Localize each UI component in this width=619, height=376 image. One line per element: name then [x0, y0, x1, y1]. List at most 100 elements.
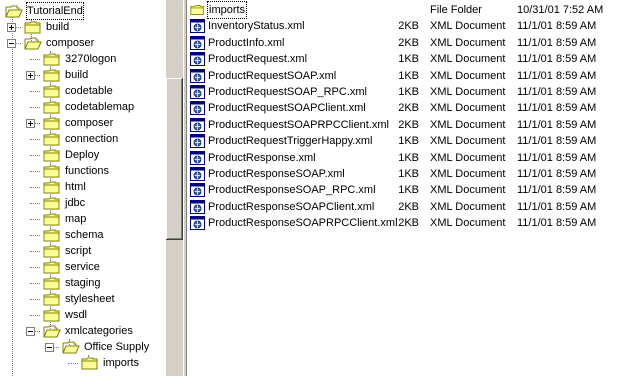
file-name: ProductRequestTriggerHappy.xml	[208, 135, 373, 148]
file-type: XML Document	[430, 118, 506, 131]
tree-item-3270logon[interactable]: 3270logon	[43, 51, 166, 67]
file-row[interactable]: InventoryStatus.xml 2KB XML Document 11/1/0…	[187, 18, 619, 34]
file-size: 1KB	[398, 53, 419, 66]
file-modified: 11/1/01 8:59 AM	[517, 168, 597, 180]
file-row[interactable]: ProductRequestTriggerHappy.xml 1KB XML Doc…	[187, 133, 619, 149]
file-row[interactable]: ProductRequestSOAP.xml 1KB XML Document 11/…	[187, 68, 619, 84]
file-list-pane: imports File Folder 10/31/01 7:52 AM Invent…	[187, 0, 619, 376]
tree-item-label: stylesheet	[65, 293, 115, 305]
file-type: XML Document	[430, 184, 506, 197]
file-row[interactable]: ProductInfo.xml 2KB XML Document 11/1/01 8:…	[187, 35, 619, 51]
file-name: ProductRequest.xml	[208, 53, 308, 66]
tree-item-codetablemap[interactable]: codetablemap	[43, 99, 166, 115]
file-modified: 11/1/01 8:59 AM	[517, 118, 597, 131]
file-row[interactable]: ProductResponseSOAPClient.xml 2KB XML Docu…	[187, 199, 619, 215]
tree-item-connection[interactable]: connection	[43, 131, 166, 147]
tree-item-xmlcategories[interactable]: xmlcategories	[43, 323, 166, 339]
file-name: ProductResponseSOAPClient.xml	[208, 200, 375, 213]
file-row[interactable]: ProductRequestSOAPClient.xml 2KB XML Docum…	[187, 100, 619, 116]
tree-item-label: jdbc	[65, 197, 86, 209]
file-modified: 11/1/01 8:59 AM	[517, 53, 597, 66]
file-type: XML Document	[430, 20, 506, 33]
folder-icon	[43, 245, 61, 258]
file-row[interactable]: ProductRequest.xml 1KB XML Document 11/1/01…	[187, 51, 619, 67]
file-row[interactable]: ProductResponseSOAP.xml 1KB XML Document 11…	[187, 166, 619, 182]
tree-item-script[interactable]: script	[43, 243, 166, 259]
file-size: 1KB	[398, 69, 419, 82]
tree-item-jdbc[interactable]: jdbc	[43, 195, 166, 211]
file-type: XML Document	[430, 53, 506, 66]
tree-item-staging[interactable]: staging	[43, 275, 166, 291]
tree-connector-line	[30, 315, 40, 317]
file-name: ProductResponseSOAPRPCClient.xml	[208, 217, 398, 230]
tree-item-build[interactable]: build	[24, 19, 166, 35]
tree-item-imports[interactable]: imports	[81, 355, 166, 371]
file-modified: 11/1/01 8:59 AM	[517, 69, 597, 82]
file-name: ProductRequestSOAPRPCClient.xml	[208, 118, 389, 131]
tree-item-composer[interactable]: composer	[43, 115, 166, 131]
file-row[interactable]: ProductRequestSOAPRPCClient.xml 2KB XML Do…	[187, 117, 619, 133]
tree-item-composer[interactable]: composer	[24, 35, 166, 51]
folder-icon	[43, 69, 61, 82]
tree-item-label: connection	[65, 133, 119, 145]
tree-connector-line	[12, 11, 14, 376]
file-type: XML Document	[430, 217, 506, 230]
file-modified: 10/31/01 7:52 AM	[517, 4, 604, 16]
file-type: XML Document	[430, 151, 506, 164]
tree-item-label: wsdl	[65, 309, 88, 321]
expand-plus-icon[interactable]	[26, 71, 35, 80]
tree-item-functions[interactable]: functions	[43, 163, 166, 179]
tree-connector-line	[30, 251, 40, 253]
collapse-minus-icon[interactable]	[7, 39, 16, 48]
tree-item-map[interactable]: map	[43, 211, 166, 227]
file-size: 1KB	[398, 86, 419, 98]
file-name: ProductInfo.xml	[208, 36, 285, 49]
tree-item-label: codetablemap	[65, 101, 135, 113]
tree-item-codetable[interactable]: codetable	[43, 83, 166, 99]
file-row[interactable]: imports File Folder 10/31/01 7:52 AM	[187, 1, 619, 19]
tree-scrollbar-thumb[interactable]	[166, 78, 183, 240]
xml-document-icon	[190, 216, 205, 230]
tree-item-label: build	[46, 21, 70, 33]
tree-item-stylesheet[interactable]: stylesheet	[43, 291, 166, 307]
collapse-minus-icon[interactable]	[26, 327, 35, 336]
open-folder-icon	[43, 325, 61, 338]
folder-icon	[43, 117, 61, 130]
file-name: ProductResponseSOAP.xml	[208, 168, 345, 180]
file-row[interactable]: ProductResponseSOAP_RPC.xml 1KB XML Docume…	[187, 182, 619, 198]
expand-plus-icon[interactable]	[26, 119, 35, 128]
tree-item-deploy[interactable]: Deploy	[43, 147, 166, 163]
file-row[interactable]: ProductResponseSOAPRPCClient.xml 2KB XML D…	[187, 215, 619, 231]
file-name: ProductRequestSOAP_RPC.xml	[208, 86, 367, 98]
file-type: XML Document	[430, 69, 506, 82]
file-modified: 11/1/01 8:59 AM	[517, 36, 597, 49]
xml-document-icon	[190, 151, 205, 165]
folder-icon	[43, 53, 61, 66]
file-size: 2KB	[398, 36, 419, 49]
file-modified: 11/1/01 8:59 AM	[517, 20, 597, 33]
tree-item-schema[interactable]: schema	[43, 227, 166, 243]
tree-connector-line	[30, 107, 40, 109]
file-name: ProductRequestSOAP.xml	[208, 69, 337, 82]
tree-item-tutorialend[interactable]: TutorialEnd	[5, 2, 165, 20]
tree-connector-line	[30, 139, 40, 141]
tree-item-service[interactable]: service	[43, 259, 166, 275]
file-size: 1KB	[398, 151, 419, 164]
tree-item-build[interactable]: build	[43, 67, 166, 83]
file-type: XML Document	[430, 168, 506, 180]
file-row[interactable]: ProductRequestSOAP_RPC.xml 1KB XML Documen…	[187, 84, 619, 100]
tree-connector-line	[30, 219, 40, 221]
folder-icon	[43, 133, 61, 146]
tree-item-office-supply[interactable]: Office Supply	[62, 339, 166, 355]
collapse-minus-icon[interactable]	[45, 343, 54, 352]
expand-plus-icon[interactable]	[7, 23, 16, 32]
file-name: imports	[206, 1, 248, 19]
tree-connector-line	[68, 363, 78, 365]
tree-item-label: build	[65, 69, 89, 81]
tree-item-html[interactable]: html	[43, 179, 166, 195]
tree-vertical-scrollbar[interactable]	[166, 0, 183, 376]
folder-icon	[43, 101, 61, 114]
tree-item-label: xmlcategories	[65, 325, 133, 337]
file-row[interactable]: ProductResponse.xml 1KB XML Document 11/1/0…	[187, 150, 619, 166]
tree-item-wsdl[interactable]: wsdl	[43, 307, 166, 323]
